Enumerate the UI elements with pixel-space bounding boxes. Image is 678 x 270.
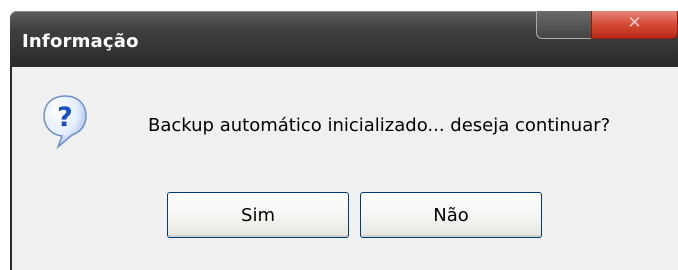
window-title: Informação (22, 31, 139, 52)
minimize-button[interactable] (536, 11, 592, 39)
question-icon: ? (43, 95, 87, 150)
no-button[interactable]: Não (360, 192, 542, 238)
yes-button[interactable]: Sim (167, 192, 349, 238)
close-button[interactable]: ✕ (591, 11, 678, 39)
dialog-message: Backup automático inicializado... deseja… (148, 115, 611, 136)
close-icon: ✕ (627, 12, 642, 33)
svg-text:?: ? (57, 102, 73, 133)
dialog-window: Informação ✕ ? Backup automático inicial… (10, 11, 678, 270)
title-bar[interactable]: Informação ✕ (10, 11, 678, 67)
dialog-body: ? Backup automático inicializado... dese… (10, 67, 678, 270)
